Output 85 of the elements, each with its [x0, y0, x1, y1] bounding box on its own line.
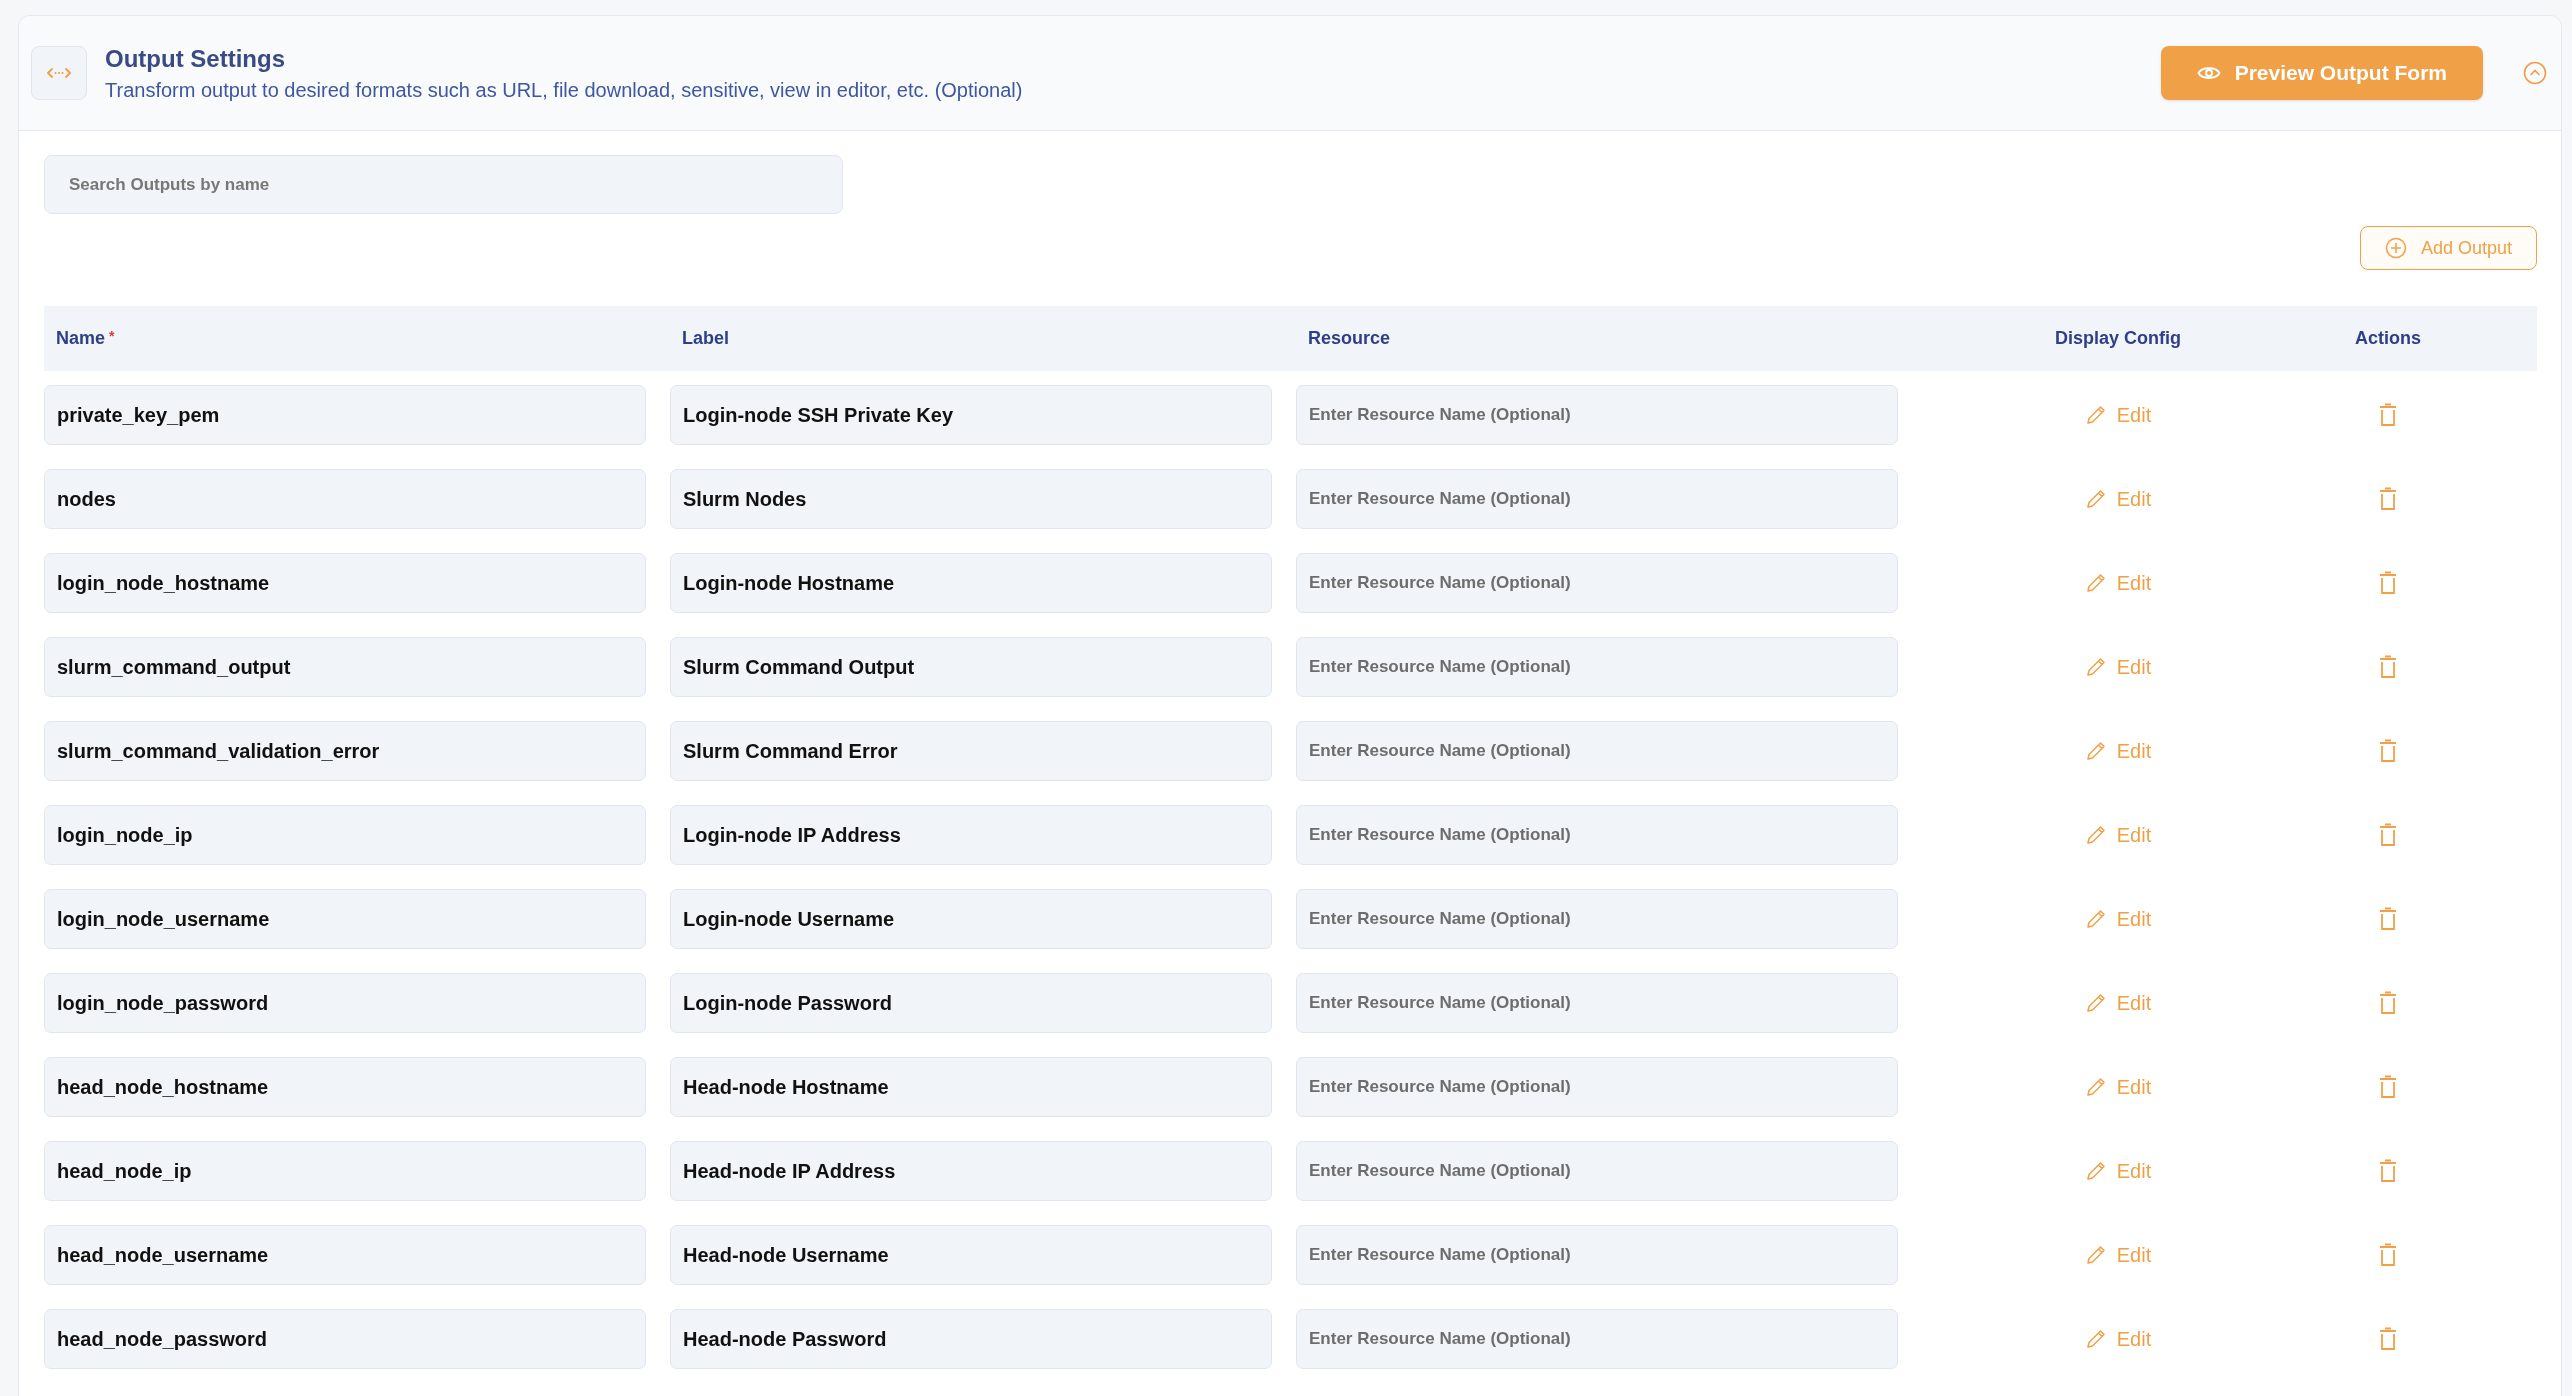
trash-icon — [2379, 991, 2397, 1015]
label-field[interactable]: Head-node Hostname — [670, 1057, 1272, 1117]
pencil-icon — [2084, 992, 2107, 1014]
trash-icon — [2379, 823, 2397, 847]
resource-field[interactable]: Enter Resource Name (Optional) — [1296, 637, 1898, 697]
label-field[interactable]: Slurm Command Error — [670, 721, 1272, 781]
label-field[interactable]: Login-node IP Address — [670, 805, 1272, 865]
delete-button[interactable] — [2377, 989, 2399, 1017]
name-field[interactable]: head_node_hostname — [44, 1057, 646, 1117]
delete-button[interactable] — [2377, 401, 2399, 429]
label-field[interactable]: Login-node Hostname — [670, 553, 1272, 613]
code-icon — [31, 46, 87, 100]
pencil-icon — [2084, 656, 2107, 678]
name-field[interactable]: login_node_ip — [44, 805, 646, 865]
pencil-icon — [2084, 404, 2107, 426]
eye-icon — [2196, 65, 2221, 81]
resource-field[interactable]: Enter Resource Name (Optional) — [1296, 973, 1898, 1033]
pencil-icon — [2084, 488, 2107, 510]
name-field[interactable]: login_node_username — [44, 889, 646, 949]
resource-field[interactable]: Enter Resource Name (Optional) — [1296, 1225, 1898, 1285]
resource-field[interactable]: Enter Resource Name (Optional) — [1296, 1141, 1898, 1201]
pencil-icon — [2084, 824, 2107, 846]
column-header: Name * — [55, 328, 115, 349]
delete-button[interactable] — [2377, 737, 2399, 765]
trash-icon — [2379, 487, 2397, 511]
trash-icon — [2379, 1159, 2397, 1183]
resource-field[interactable]: Enter Resource Name (Optional) — [1296, 553, 1898, 613]
name-field[interactable]: head_node_ip — [44, 1141, 646, 1201]
label-field[interactable]: Head-node Username — [670, 1225, 1272, 1285]
column-header: Label — [681, 328, 729, 349]
resource-field[interactable]: Enter Resource Name (Optional) — [1296, 469, 1898, 529]
pencil-icon — [2084, 572, 2107, 594]
trash-icon — [2379, 571, 2397, 595]
label-field[interactable]: Login-node Username — [670, 889, 1272, 949]
pencil-icon — [2084, 740, 2107, 762]
label-field[interactable]: Login-node SSH Private Key — [670, 385, 1272, 445]
trash-icon — [2379, 1075, 2397, 1099]
name-field[interactable]: login_node_hostname — [44, 553, 646, 613]
name-field[interactable]: private_key_pem — [44, 385, 646, 445]
search-field[interactable]: Search Outputs by name — [44, 155, 843, 214]
pencil-icon — [2084, 1244, 2107, 1266]
plus-icon — [2384, 237, 2407, 259]
pencil-icon — [2084, 908, 2107, 930]
pencil-icon — [2084, 1076, 2107, 1098]
delete-button[interactable] — [2377, 653, 2399, 681]
panel-description: Transform output to desired formats such as URL, file download, sensitive, view in editor, etc. (Optional) — [105, 78, 1024, 102]
panel-title: Output Settings — [105, 44, 286, 73]
label-field[interactable]: Head-node Password — [670, 1309, 1272, 1369]
trash-icon — [2379, 403, 2397, 427]
delete-button[interactable] — [2377, 1073, 2399, 1101]
name-field[interactable]: nodes — [44, 469, 646, 529]
name-field[interactable]: head_node_password — [44, 1309, 646, 1369]
label-field[interactable]: Head-node IP Address — [670, 1141, 1272, 1201]
trash-icon — [2379, 739, 2397, 763]
column-header: Actions — [2355, 328, 2421, 349]
label-field[interactable]: Slurm Command Output — [670, 637, 1272, 697]
name-field[interactable]: head_node_username — [44, 1225, 646, 1285]
delete-button[interactable] — [2377, 569, 2399, 597]
column-header: Display Config — [2055, 328, 2181, 349]
pencil-icon — [2084, 1160, 2107, 1182]
resource-field[interactable]: Enter Resource Name (Optional) — [1296, 721, 1898, 781]
required-mark: * — [109, 328, 115, 344]
delete-button[interactable] — [2377, 1325, 2399, 1353]
resource-field[interactable]: Enter Resource Name (Optional) — [1296, 1309, 1898, 1369]
delete-button[interactable] — [2377, 1157, 2399, 1185]
label-field[interactable]: Slurm Nodes — [670, 469, 1272, 529]
resource-field[interactable]: Enter Resource Name (Optional) — [1296, 805, 1898, 865]
label-field[interactable]: Login-node Password — [670, 973, 1272, 1033]
delete-button[interactable] — [2377, 821, 2399, 849]
trash-icon — [2379, 907, 2397, 931]
resource-field[interactable]: Enter Resource Name (Optional) — [1296, 385, 1898, 445]
name-field[interactable]: slurm_command_validation_error — [44, 721, 646, 781]
column-header: Resource — [1307, 328, 1391, 349]
resource-field[interactable]: Enter Resource Name (Optional) — [1296, 889, 1898, 949]
resource-field[interactable]: Enter Resource Name (Optional) — [1296, 1057, 1898, 1117]
trash-icon — [2379, 1243, 2397, 1267]
name-field[interactable]: slurm_command_output — [44, 637, 646, 697]
delete-button[interactable] — [2377, 485, 2399, 513]
trash-icon — [2379, 1327, 2397, 1351]
delete-button[interactable] — [2377, 905, 2399, 933]
collapse-button[interactable] — [2521, 59, 2549, 87]
name-field[interactable]: login_node_password — [44, 973, 646, 1033]
pencil-icon — [2084, 1328, 2107, 1350]
delete-button[interactable] — [2377, 1241, 2399, 1269]
trash-icon — [2379, 655, 2397, 679]
